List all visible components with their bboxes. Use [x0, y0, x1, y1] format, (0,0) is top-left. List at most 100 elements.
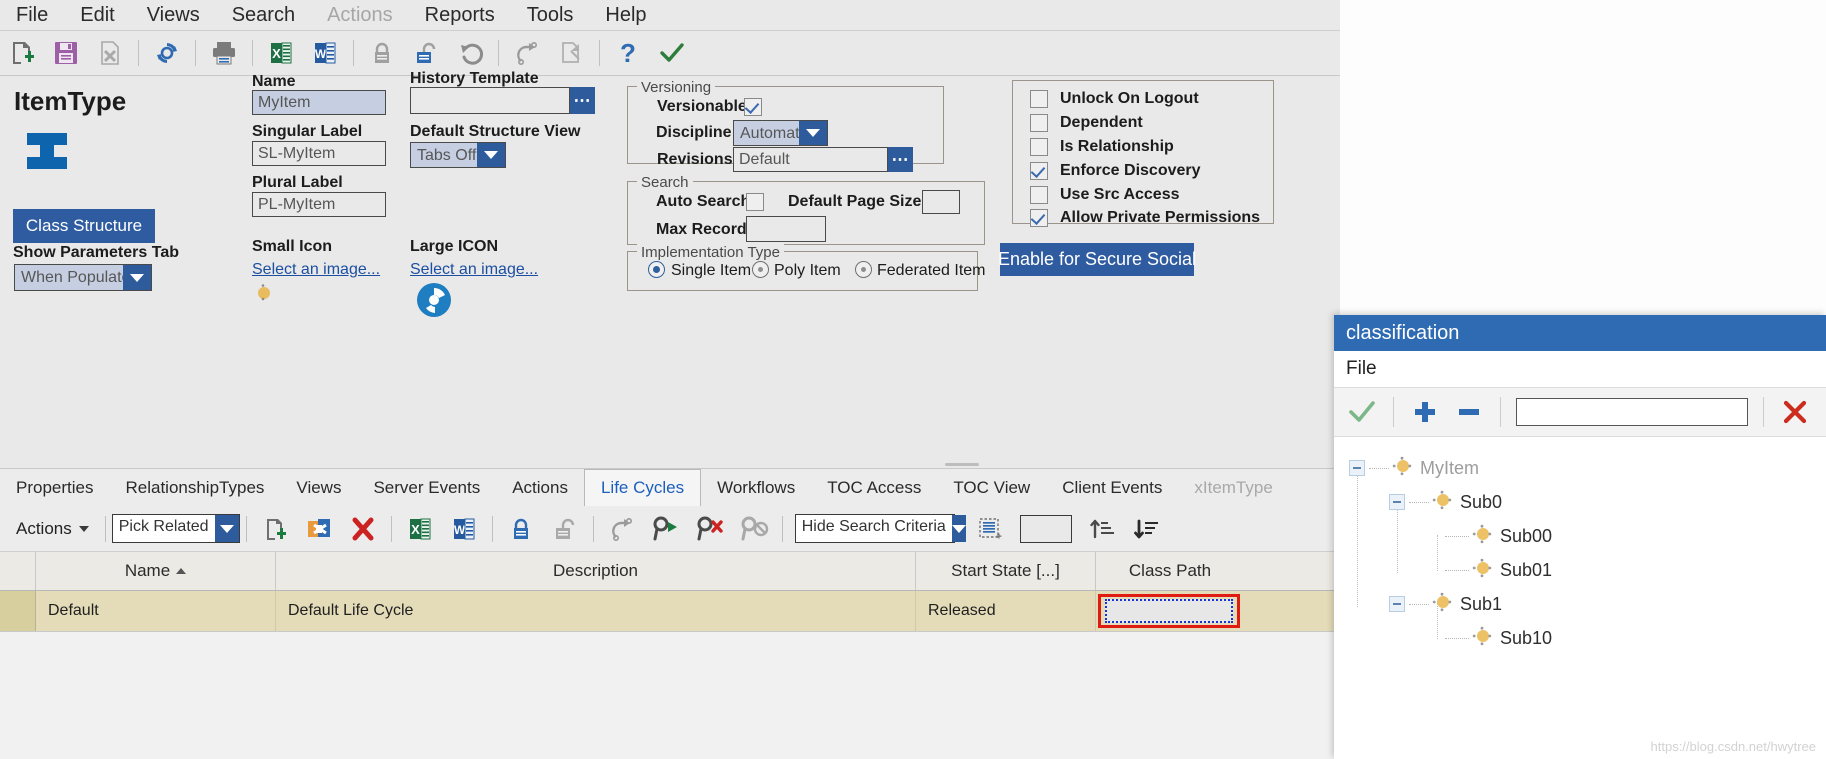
chevron-down-icon[interactable]	[799, 121, 827, 145]
plural-label-input[interactable]: PL-MyItem	[252, 192, 386, 217]
menu-item-reports[interactable]: Reports	[409, 0, 511, 30]
tree-node-myitem[interactable]: MyItem	[1334, 451, 1826, 485]
undo-icon[interactable]	[450, 33, 490, 73]
dependent-checkbox[interactable]	[1030, 114, 1048, 132]
use-src-access-checkbox[interactable]	[1030, 186, 1048, 204]
tab-toc-view[interactable]: TOC View	[937, 470, 1046, 507]
show-parameters-tab-select[interactable]: When Populated	[14, 264, 152, 291]
discipline-select[interactable]: Automatic	[733, 120, 828, 146]
collapse-toggle-icon[interactable]	[1389, 596, 1405, 612]
tab-xitemtype[interactable]: xItemType	[1178, 470, 1288, 507]
collapse-toggle-icon[interactable]	[1389, 494, 1405, 510]
tab-relationshiptypes[interactable]: RelationshipTypes	[109, 470, 280, 507]
pick-existing-icon[interactable]	[299, 509, 339, 549]
sort-ascending-icon[interactable]	[1082, 509, 1122, 549]
clear-search-icon[interactable]	[690, 509, 730, 549]
radio-poly-item[interactable]	[752, 261, 769, 278]
help-icon[interactable]: ?	[608, 33, 648, 73]
print-icon[interactable]	[204, 33, 244, 73]
grid-header-class-path[interactable]: Class Path	[1096, 552, 1244, 590]
sort-descending-icon[interactable]	[1126, 509, 1166, 549]
chevron-down-icon[interactable]	[123, 265, 151, 290]
export-word-icon[interactable]: W	[305, 33, 345, 73]
chevron-down-icon[interactable]	[214, 515, 239, 542]
cell-name[interactable]: Default	[36, 591, 276, 631]
redo-icon[interactable]	[507, 33, 547, 73]
select-all-icon[interactable]	[970, 509, 1010, 549]
page-size-input[interactable]	[1019, 514, 1072, 543]
tab-toc-access[interactable]: TOC Access	[811, 470, 937, 507]
tree-node-sub0[interactable]: Sub0	[1334, 485, 1826, 519]
cell-start-state[interactable]: Released	[916, 591, 1096, 631]
radio-single-item[interactable]	[648, 261, 665, 278]
history-template-input[interactable]	[410, 87, 570, 114]
run-search-icon[interactable]	[646, 509, 686, 549]
enable-secure-social-button[interactable]: Enable for Secure Social	[998, 243, 1196, 276]
tree-node-sub10[interactable]: Sub10	[1334, 621, 1826, 655]
history-template-browse-button[interactable]: ⋯	[570, 87, 595, 114]
name-input[interactable]: MyItem	[252, 90, 386, 115]
dialog-title-bar[interactable]: classification	[1334, 315, 1826, 351]
new-relationship-icon[interactable]	[255, 509, 295, 549]
grid-header-description[interactable]: Description	[276, 552, 916, 590]
hide-search-criteria-select[interactable]: Hide Search Criteria	[794, 514, 966, 543]
export-excel-icon[interactable]: X	[400, 509, 440, 549]
versionable-checkbox[interactable]	[744, 98, 762, 116]
class-structure-button[interactable]: Class Structure	[13, 209, 155, 243]
revisions-browse-button[interactable]: ⋯	[888, 147, 913, 172]
redo-icon[interactable]	[602, 509, 642, 549]
export-excel-icon[interactable]: X	[261, 33, 301, 73]
revisions-input[interactable]: Default	[733, 147, 888, 172]
radio-federated-item[interactable]	[855, 261, 872, 278]
add-plus-icon[interactable]	[1405, 392, 1445, 432]
chevron-down-icon[interactable]	[951, 515, 966, 542]
is-relationship-checkbox[interactable]	[1030, 138, 1048, 156]
classification-search-input[interactable]	[1516, 398, 1748, 426]
table-row[interactable]: Default Default Life Cycle Released	[0, 591, 1340, 631]
menu-item-edit[interactable]: Edit	[64, 0, 130, 30]
max-records-input[interactable]	[746, 216, 826, 242]
tab-properties[interactable]: Properties	[0, 470, 109, 507]
delete-relationship-icon[interactable]	[343, 509, 383, 549]
unlock-on-logout-checkbox[interactable]	[1030, 90, 1048, 108]
menu-item-views[interactable]: Views	[131, 0, 216, 30]
tab-views[interactable]: Views	[280, 470, 357, 507]
tab-life-cycles[interactable]: Life Cycles	[583, 469, 702, 507]
tree-node-sub00[interactable]: Sub00	[1334, 519, 1826, 553]
singular-label-input[interactable]: SL-MyItem	[252, 141, 386, 166]
tree-node-sub1[interactable]: Sub1	[1334, 587, 1826, 621]
save-icon[interactable]	[46, 33, 86, 73]
menu-item-tools[interactable]: Tools	[511, 0, 590, 30]
auto-search-checkbox[interactable]	[746, 193, 764, 211]
grid-header-start-state[interactable]: Start State [...]	[916, 552, 1096, 590]
unlock-icon[interactable]	[406, 33, 446, 73]
close-x-icon[interactable]	[1775, 392, 1815, 432]
cell-description[interactable]: Default Life Cycle	[276, 591, 916, 631]
menu-item-search[interactable]: Search	[216, 0, 311, 30]
splitter-grip[interactable]	[945, 463, 979, 466]
default-page-size-input[interactable]	[922, 190, 960, 214]
apply-check-icon[interactable]	[1342, 392, 1382, 432]
lock-icon[interactable]	[501, 509, 541, 549]
class-path-editor[interactable]	[1105, 599, 1233, 623]
tree-node-sub01[interactable]: Sub01	[1334, 553, 1826, 587]
tab-workflows[interactable]: Workflows	[701, 470, 811, 507]
tab-server-events[interactable]: Server Events	[357, 470, 496, 507]
refresh-icon[interactable]	[147, 33, 187, 73]
allow-private-permissions-checkbox[interactable]	[1030, 209, 1048, 227]
row-selector-cell[interactable]	[0, 591, 36, 631]
export-word-icon[interactable]: W	[444, 509, 484, 549]
cell-class-path[interactable]	[1096, 591, 1244, 631]
remove-minus-icon[interactable]	[1449, 392, 1489, 432]
actions-dropdown-button[interactable]: Actions	[0, 519, 99, 539]
tab-actions[interactable]: Actions	[496, 470, 584, 507]
large-icon-select-link[interactable]: Select an image...	[410, 261, 538, 279]
new-icon[interactable]	[2, 33, 42, 73]
default-structure-view-select[interactable]: Tabs Off	[410, 142, 506, 168]
collapse-toggle-icon[interactable]	[1349, 460, 1365, 476]
menu-item-help[interactable]: Help	[589, 0, 662, 30]
small-icon-select-link[interactable]: Select an image...	[252, 261, 380, 279]
chevron-down-icon[interactable]	[477, 143, 505, 167]
grid-header-name[interactable]: Name	[36, 552, 276, 590]
dialog-menu-item-file[interactable]: File	[1346, 358, 1377, 380]
